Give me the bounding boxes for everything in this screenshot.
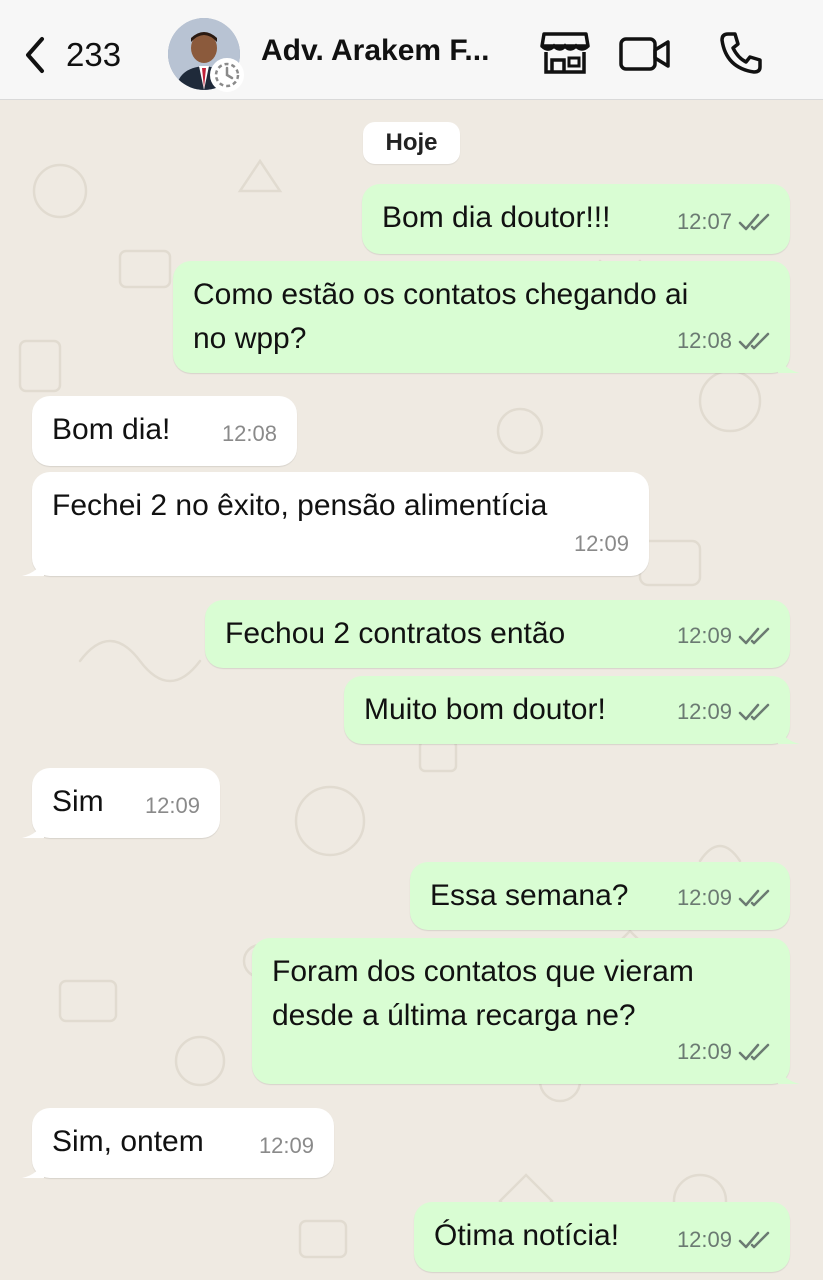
double-check-icon bbox=[738, 213, 770, 231]
message-time: 12:09 bbox=[676, 1227, 732, 1252]
bubble-tail bbox=[22, 1158, 44, 1178]
message-time: 12:09 bbox=[144, 793, 200, 818]
date-separator: Hoje bbox=[363, 122, 460, 164]
message-text: Fechei 2 no êxito, pensão alimentícia bbox=[52, 489, 548, 522]
status-ring-icon bbox=[210, 58, 244, 92]
message-time: 12:09 bbox=[258, 1133, 314, 1158]
double-check-icon bbox=[738, 627, 770, 645]
message-meta: 12:09 bbox=[145, 784, 200, 828]
bubble-tail bbox=[778, 724, 800, 744]
storefront-icon[interactable] bbox=[540, 30, 590, 81]
message-meta: 12:09 bbox=[677, 690, 772, 734]
message-incoming[interactable]: Bom dia! 12:08 bbox=[32, 396, 297, 466]
message-incoming[interactable]: Sim, ontem 12:09 bbox=[22, 1108, 334, 1178]
message-time: 12:09 bbox=[676, 885, 732, 910]
video-camera-icon[interactable] bbox=[618, 36, 672, 77]
message-meta: 12:09 bbox=[259, 1124, 314, 1168]
message-time: 12:08 bbox=[221, 421, 277, 446]
double-check-icon bbox=[738, 1231, 770, 1249]
message-meta: 12:09 bbox=[677, 1030, 772, 1074]
message-time: 12:09 bbox=[573, 531, 629, 556]
message-text: Foram dos contatos que vieram desde a úl… bbox=[272, 955, 694, 1032]
message-outgoing[interactable]: Fechou 2 contratos então 12:09 bbox=[205, 600, 790, 668]
unread-count: 233 bbox=[66, 36, 122, 73]
message-outgoing[interactable]: Bom dia doutor!!! 12:07 bbox=[362, 184, 790, 254]
message-meta: 12:09 bbox=[677, 876, 772, 920]
message-time: 12:09 bbox=[676, 699, 732, 724]
bubble-tail bbox=[22, 818, 44, 838]
bubble-tail bbox=[778, 1064, 800, 1084]
message-time: 12:09 bbox=[676, 1039, 732, 1064]
message-time: 12:09 bbox=[676, 623, 732, 648]
message-incoming[interactable]: Sim 12:09 bbox=[22, 768, 220, 838]
message-incoming[interactable]: Fechei 2 no êxito, pensão alimentícia 12… bbox=[22, 472, 649, 576]
back-button[interactable]: 233 bbox=[22, 30, 121, 80]
message-meta: 12:08 bbox=[677, 319, 772, 363]
chevron-left-icon bbox=[26, 37, 44, 73]
message-outgoing[interactable]: Muito bom doutor! 12:09 bbox=[344, 676, 800, 744]
message-meta: 12:07 bbox=[677, 200, 772, 244]
message-meta: 12:09 bbox=[574, 522, 629, 566]
bubble-tail bbox=[22, 556, 44, 576]
message-time: 12:07 bbox=[676, 209, 732, 234]
message-outgoing[interactable]: Ótima notícia! 12:09 bbox=[414, 1202, 790, 1272]
message-meta: 12:09 bbox=[677, 614, 772, 658]
phone-icon[interactable] bbox=[718, 30, 764, 81]
bubble-tail bbox=[778, 353, 800, 373]
contact-name[interactable]: Adv. Arakem F... bbox=[261, 34, 511, 68]
message-meta: 12:08 bbox=[222, 412, 277, 456]
message-outgoing[interactable]: Como estão os contatos chegando ai no wp… bbox=[173, 261, 800, 373]
message-meta: 12:09 bbox=[677, 1218, 772, 1262]
message-outgoing[interactable]: Essa semana? 12:09 bbox=[410, 862, 790, 930]
message-outgoing[interactable]: Foram dos contatos que vieram desde a úl… bbox=[252, 938, 800, 1084]
chat-header: 233 Adv. Arakem F... bbox=[0, 0, 823, 100]
double-check-icon bbox=[738, 332, 770, 350]
double-check-icon bbox=[738, 703, 770, 721]
double-check-icon bbox=[738, 1043, 770, 1061]
double-check-icon bbox=[738, 889, 770, 907]
message-time: 12:08 bbox=[676, 328, 732, 353]
